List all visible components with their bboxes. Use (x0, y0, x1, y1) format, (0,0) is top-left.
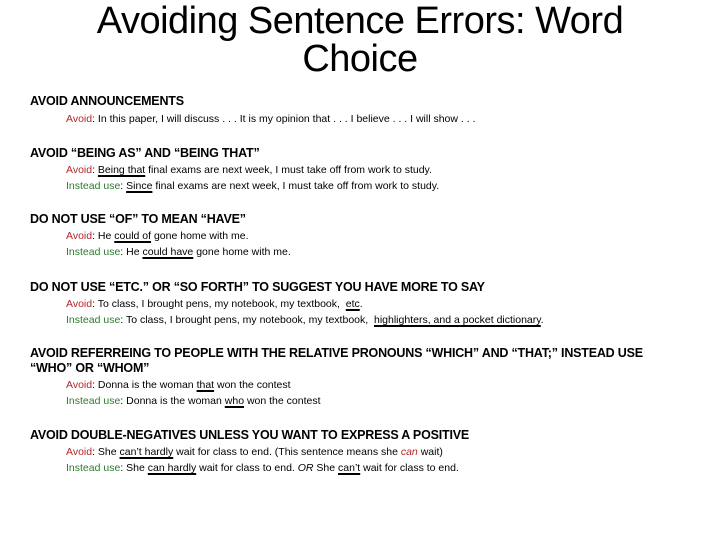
underlined-phrase: can hardly (147, 462, 197, 474)
avoid-example: Avoid: In this paper, I will discuss . .… (66, 113, 476, 125)
avoid-label: Avoid (66, 164, 93, 176)
section-being-as: AVOID “BEING AS” AND “BEING THAT” Avoid:… (30, 146, 710, 194)
avoid-label: Avoid (66, 230, 93, 242)
section-of-have: DO NOT USE “OF” TO MEAN “HAVE” Avoid: He… (30, 212, 710, 260)
instead-example: Instead use: She can hardly wait for cla… (66, 462, 459, 474)
underlined-phrase: could have (142, 246, 194, 258)
example-text: In this paper, I will discuss . . . It i… (97, 113, 476, 125)
instead-label: Instead use (66, 314, 121, 326)
underlined-phrase: Being that (97, 164, 146, 176)
emphasis-word: OR (297, 462, 314, 474)
avoid-label: Avoid (66, 379, 93, 391)
instead-label: Instead use (66, 462, 121, 474)
section-heading: AVOID DOUBLE-NEGATIVES UNLESS YOU WANT T… (30, 428, 469, 442)
avoid-example: Avoid: He could of gone home with me. (66, 230, 249, 242)
avoid-example: Avoid: She can’t hardly wait for class t… (66, 446, 443, 458)
section-announcements: AVOID ANNOUNCEMENTS Avoid: In this paper… (30, 94, 710, 127)
underlined-phrase: who (224, 395, 245, 407)
section-heading: DO NOT USE “ETC.” OR “SO FORTH” TO SUGGE… (30, 280, 485, 294)
instead-label: Instead use (66, 246, 121, 258)
instead-label: Instead use (66, 180, 121, 192)
instead-example: Instead use: He could have gone home wit… (66, 246, 291, 258)
avoid-label: Avoid (66, 446, 93, 458)
avoid-label: Avoid (66, 298, 93, 310)
section-which-that: AVOID REFERREING TO PEOPLE WITH THE RELA… (30, 346, 670, 409)
section-heading: DO NOT USE “OF” TO MEAN “HAVE” (30, 212, 246, 226)
section-etc: DO NOT USE “ETC.” OR “SO FORTH” TO SUGGE… (30, 280, 710, 328)
avoid-label: Avoid (66, 113, 93, 125)
avoid-example: Avoid: Being that final exams are next w… (66, 164, 432, 176)
section-heading: AVOID REFERREING TO PEOPLE WITH THE RELA… (30, 346, 643, 375)
instead-label: Instead use (66, 395, 121, 407)
instead-example: Instead use: To class, I brought pens, m… (66, 314, 544, 326)
underlined-phrase: highlighters, and a pocket dictionary (374, 314, 541, 326)
underlined-phrase: etc (345, 298, 360, 310)
underlined-phrase: Since (126, 180, 153, 192)
emphasis-word: can (400, 446, 418, 458)
instead-example: Instead use: Since final exams are next … (66, 180, 440, 192)
page-title: Avoiding Sentence Errors: Word Choice (96, 0, 624, 80)
underlined-phrase: could of (114, 230, 152, 242)
avoid-example: Avoid: To class, I brought pens, my note… (66, 298, 363, 310)
underlined-phrase: that (196, 379, 215, 391)
instead-example: Instead use: Donna is the woman who won … (66, 395, 321, 407)
underlined-phrase: can’t hardly (119, 446, 174, 458)
section-heading: AVOID ANNOUNCEMENTS (30, 94, 184, 108)
avoid-example: Avoid: Donna is the woman that won the c… (66, 379, 291, 391)
section-double-negatives: AVOID DOUBLE-NEGATIVES UNLESS YOU WANT T… (30, 428, 710, 476)
section-heading: AVOID “BEING AS” AND “BEING THAT” (30, 146, 260, 160)
underlined-phrase: can’t (338, 462, 361, 474)
